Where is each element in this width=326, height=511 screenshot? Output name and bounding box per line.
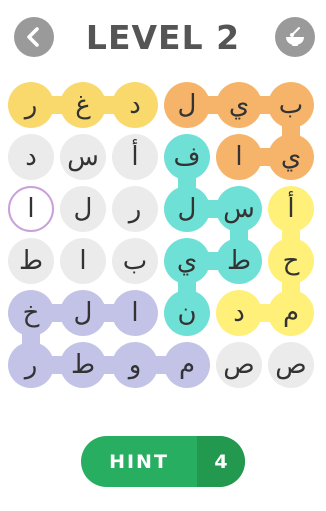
letter-cell[interactable]: د <box>112 82 158 128</box>
letter-cell[interactable]: ي <box>164 238 210 284</box>
letter-cell[interactable]: م <box>164 342 210 388</box>
letter-cell[interactable]: ب <box>112 238 158 284</box>
letter-cell[interactable]: د <box>8 134 54 180</box>
letter-cell[interactable]: ط <box>8 238 54 284</box>
letter-cell[interactable]: ط <box>60 342 106 388</box>
letter-cell[interactable]: س <box>216 186 262 232</box>
letter-cell[interactable]: ل <box>164 186 210 232</box>
hint-button[interactable]: HINT 4 <box>81 436 245 487</box>
letter-cell[interactable]: م <box>268 290 314 336</box>
letter-cell[interactable]: ا <box>112 290 158 336</box>
letter-cell[interactable]: ر <box>8 342 54 388</box>
letter-cell[interactable]: ن <box>164 290 210 336</box>
letter-cell[interactable]: ب <box>268 82 314 128</box>
letter-cell[interactable]: ف <box>164 134 210 180</box>
letter-cell[interactable]: ا <box>60 238 106 284</box>
letter-cell[interactable]: ص <box>216 342 262 388</box>
letter-cell[interactable]: ر <box>8 82 54 128</box>
letter-cell[interactable]: أ <box>268 186 314 232</box>
letter-cell[interactable]: غ <box>60 82 106 128</box>
letter-cell[interactable]: و <box>112 342 158 388</box>
letter-cell[interactable]: د <box>216 290 262 336</box>
letter-cell[interactable]: ص <box>268 342 314 388</box>
letter-cell[interactable]: ا <box>8 186 54 232</box>
letter-cell[interactable]: ح <box>268 238 314 284</box>
letter-cell[interactable]: ل <box>60 290 106 336</box>
letter-cell[interactable]: س <box>60 134 106 180</box>
letter-cell[interactable]: ي <box>268 134 314 180</box>
letter-cell[interactable]: ا <box>216 134 262 180</box>
letter-cell[interactable]: ل <box>60 186 106 232</box>
letter-cell[interactable]: ر <box>112 186 158 232</box>
letter-grid: رغدليبدسأفايالرلسأطابيطحخلاندمرطومصص <box>0 0 326 420</box>
letter-cell[interactable]: خ <box>8 290 54 336</box>
hint-label: HINT <box>109 450 169 473</box>
letter-cell[interactable]: أ <box>112 134 158 180</box>
letter-cell[interactable]: ط <box>216 238 262 284</box>
letter-cell[interactable]: ل <box>164 82 210 128</box>
hint-count: 4 <box>197 436 245 487</box>
letter-cell[interactable]: ي <box>216 82 262 128</box>
